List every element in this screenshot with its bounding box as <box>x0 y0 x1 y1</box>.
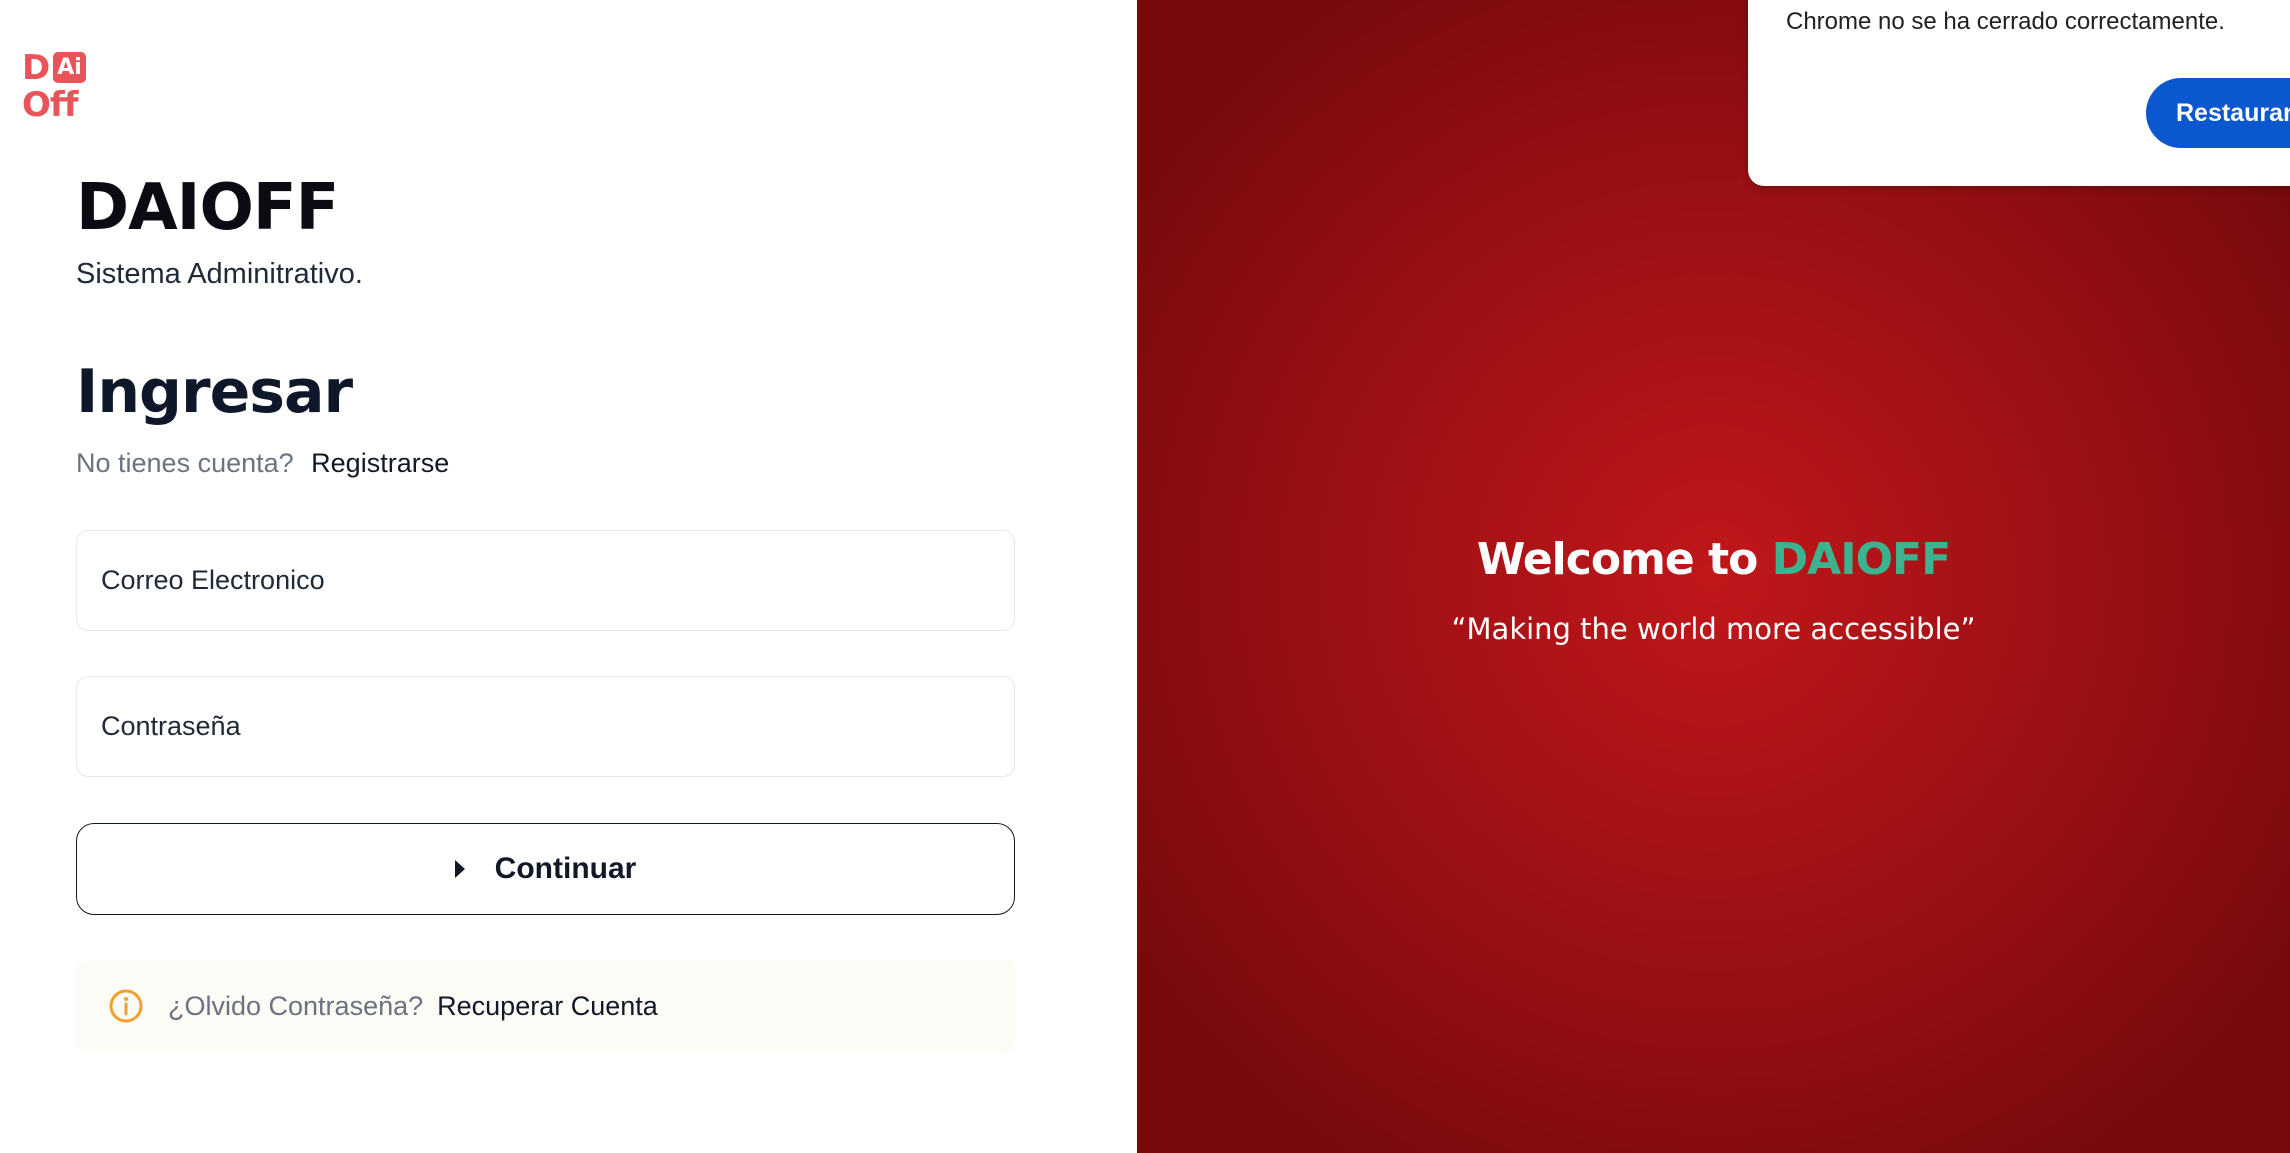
welcome-heading: Welcome to DAIOFF <box>1137 530 2290 590</box>
password-input[interactable] <box>101 711 1014 742</box>
daioff-logo: D Ai Off <box>22 50 90 124</box>
brand-subtitle: Sistema Adminitrativo. <box>76 258 363 290</box>
welcome-brand: DAIOFF <box>1771 534 1951 585</box>
signup-prompt: No tienes cuenta? Registrarse <box>76 446 449 480</box>
recover-account-link[interactable]: Recuperar Cuenta <box>437 991 658 1022</box>
continue-button[interactable]: Continuar <box>76 823 1015 915</box>
logo-ai-badge: Ai <box>53 52 86 83</box>
signup-link[interactable]: Registrarse <box>311 448 449 478</box>
password-field[interactable] <box>76 676 1015 777</box>
login-panel: D Ai Off DAIOFF Sistema Adminitrativo. I… <box>0 0 1137 1153</box>
forgot-password-text: ¿Olvido Contraseña? <box>168 990 424 1021</box>
login-heading: Ingresar <box>76 357 353 427</box>
logo-word-off: Off <box>22 85 78 125</box>
restore-message: Chrome no se ha cerrado correctamente. <box>1786 8 2225 35</box>
forgot-password-banner: ¿Olvido Contraseña? Recuperar Cuenta <box>76 960 1015 1052</box>
brand-title: DAIOFF <box>76 171 339 245</box>
caret-right-icon <box>454 860 465 878</box>
no-account-text: No tienes cuenta? <box>76 448 294 478</box>
logo-letter-d: D <box>22 48 51 88</box>
restore-button[interactable]: Restaurar <box>2146 78 2290 148</box>
email-input[interactable] <box>101 565 1014 596</box>
info-circle-icon <box>109 989 143 1023</box>
hero-tagline: “Making the world more accessible” <box>1451 612 1976 646</box>
email-field[interactable] <box>76 530 1015 631</box>
continue-label: Continuar <box>494 852 637 885</box>
chrome-restore-popup: Chrome no se ha cerrado correctamente. R… <box>1748 0 2290 186</box>
welcome-prefix: Welcome to <box>1476 534 1758 585</box>
login-page: D Ai Off DAIOFF Sistema Adminitrativo. I… <box>0 0 2290 1153</box>
